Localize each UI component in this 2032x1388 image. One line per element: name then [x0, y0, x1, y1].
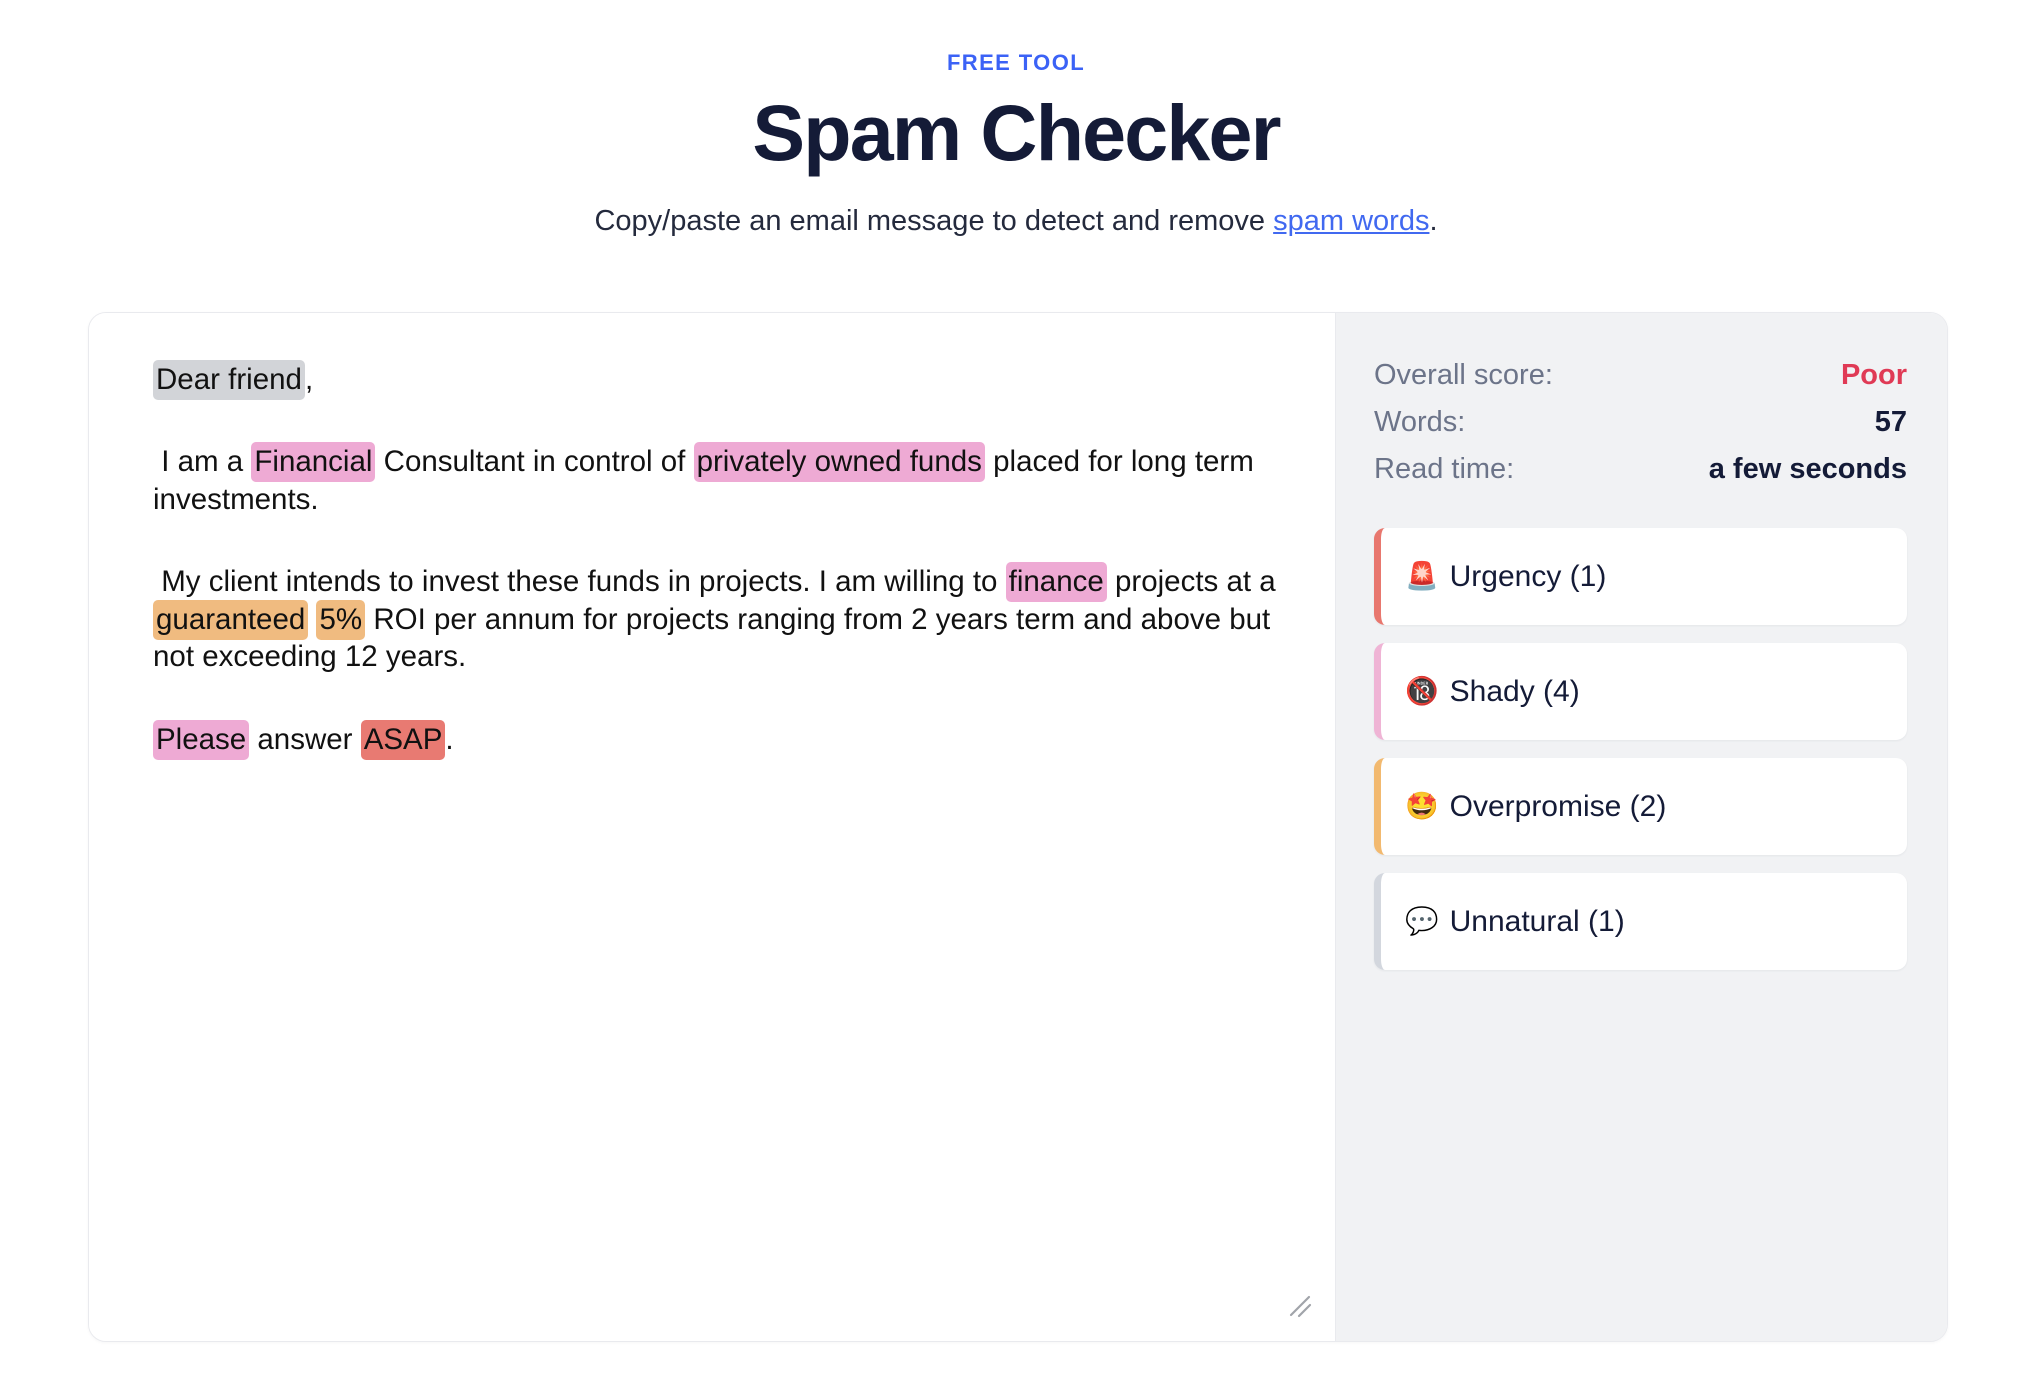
spam-checker-tool: Dear friend, I am a Financial Consultant…	[88, 312, 1948, 1342]
spam-word-highlight[interactable]: Financial	[251, 442, 376, 483]
email-text-run: answer	[249, 722, 361, 756]
category-card-list: 🚨 Urgency (1) 🔞 Shady (4) 🤩 Overpromise (2) 💬 U…	[1374, 528, 1907, 970]
email-text-run: projects at a	[1106, 565, 1284, 599]
category-card[interactable]: 🤩 Overpromise (2)	[1374, 758, 1907, 855]
stat-value: 57	[1874, 406, 1907, 438]
no-one-under-eighteen-emoji-icon: 🔞	[1405, 676, 1439, 706]
spam-words-link[interactable]: spam words	[1273, 205, 1429, 237]
eyebrow-label: FREE TOOL	[946, 50, 1086, 75]
email-text-area[interactable]: Dear friend, I am a Financial Consultant…	[153, 360, 1277, 760]
subtitle-text-after: .	[1429, 204, 1438, 237]
category-card-label: Urgency (1)	[1449, 559, 1607, 593]
spam-checker-page: FREE TOOL Spam Checker Copy/paste an ema…	[0, 0, 2032, 1388]
category-card[interactable]: 💬 Unnatural (1)	[1374, 873, 1907, 970]
spam-word-highlight[interactable]: privately owned funds	[693, 442, 985, 483]
stat-row: Overall score: Poor	[1374, 359, 1907, 392]
category-card[interactable]: 🚨 Urgency (1)	[1374, 528, 1907, 625]
subtitle-text-before: Copy/paste an email message to detect an…	[594, 204, 1274, 237]
page-header: FREE TOOL Spam Checker Copy/paste an ema…	[0, 0, 2032, 238]
spam-word-highlight[interactable]: finance	[1005, 562, 1107, 603]
stat-row: Words: 57	[1374, 406, 1907, 439]
email-paragraph: My client intends to invest these funds …	[153, 562, 1277, 675]
speech-balloon-emoji-icon: 💬	[1405, 906, 1439, 936]
spam-word-highlight[interactable]: Dear friend	[153, 360, 305, 400]
spam-word-highlight[interactable]: Please	[153, 719, 250, 760]
star-struck-emoji-icon: 🤩	[1405, 791, 1439, 821]
stat-label: Overall score:	[1374, 359, 1553, 391]
email-text-run: I am a	[153, 445, 252, 479]
page-subtitle: Copy/paste an email message to detect an…	[0, 205, 2032, 238]
email-paragraph: Please answer ASAP.	[153, 719, 1277, 760]
results-pane: Overall score: Poor Words: 57 Read time: a fe…	[1335, 313, 1947, 1341]
email-paragraph: I am a Financial Consultant in control o…	[153, 442, 1277, 518]
email-editor-pane[interactable]: Dear friend, I am a Financial Consultant…	[89, 313, 1335, 1341]
stats-list: Overall score: Poor Words: 57 Read time: a fe…	[1374, 359, 1907, 486]
spam-word-highlight[interactable]: ASAP	[360, 719, 446, 760]
spam-word-highlight[interactable]: guaranteed	[153, 599, 309, 640]
stat-value: Poor	[1840, 359, 1907, 391]
siren-emoji-icon: 🚨	[1405, 561, 1439, 591]
stat-label: Words:	[1374, 406, 1466, 438]
category-card[interactable]: 🔞 Shady (4)	[1374, 643, 1907, 740]
email-text-run: My client intends to invest these funds …	[153, 565, 1006, 599]
email-text-run: Consultant in control of	[375, 445, 694, 479]
spam-word-highlight[interactable]: 5%	[316, 599, 366, 640]
resize-grip-icon[interactable]	[1287, 1293, 1313, 1319]
email-paragraph: Dear friend,	[153, 360, 1277, 400]
email-text-run: .	[445, 722, 454, 756]
email-text-run: ,	[304, 363, 314, 396]
page-title: Spam Checker	[752, 88, 1281, 177]
category-card-label: Overpromise (2)	[1449, 789, 1667, 823]
stat-label: Read time:	[1374, 453, 1515, 485]
stat-value: a few seconds	[1708, 453, 1907, 485]
category-card-label: Unnatural (1)	[1449, 904, 1625, 938]
category-card-label: Shady (4)	[1449, 674, 1580, 708]
stat-row: Read time: a few seconds	[1374, 453, 1907, 486]
